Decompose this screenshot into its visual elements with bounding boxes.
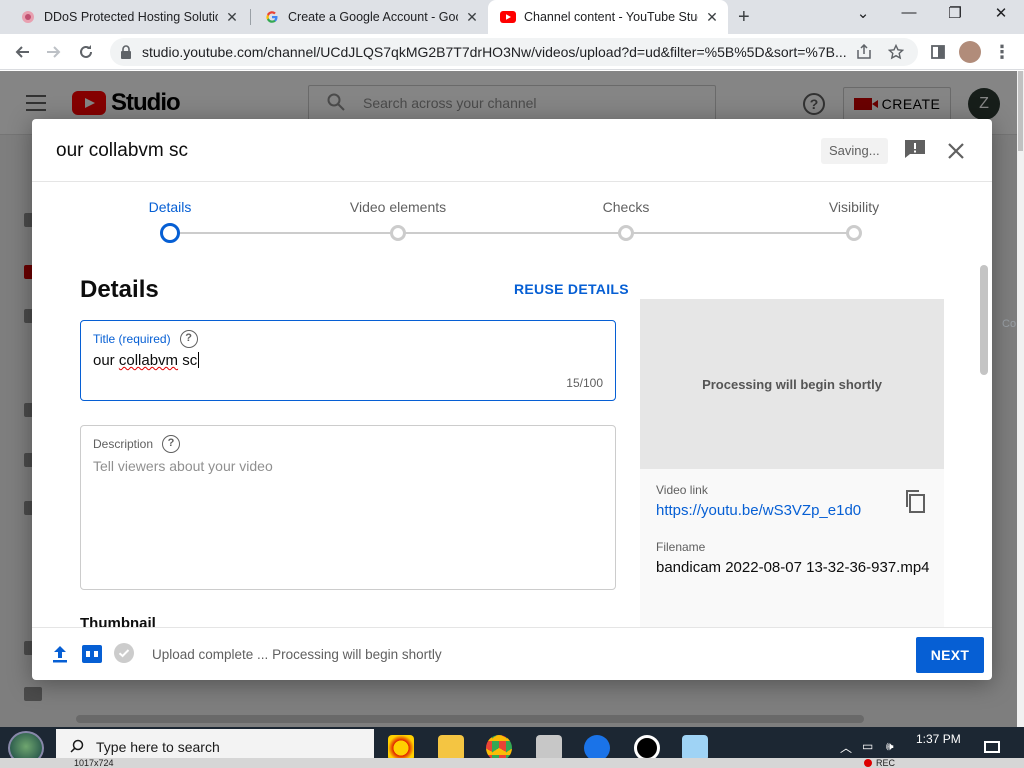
filename-label: Filename	[656, 540, 706, 554]
browser-tab-bar: DDoS Protected Hosting Solution ✕ Create…	[0, 0, 1024, 34]
tab-close-icon[interactable]: ✕	[704, 9, 720, 26]
share-icon[interactable]	[856, 43, 872, 64]
video-preview: Processing will begin shortly	[640, 299, 944, 469]
content-scrollbar[interactable]	[980, 265, 988, 375]
filename-value: bandicam 2022-08-07 13-32-36-937.mp4	[656, 559, 930, 576]
taskbar-search-placeholder: Type here to search	[96, 739, 220, 755]
step-video-elements-label[interactable]: Video elements	[350, 199, 446, 215]
title-field-label: Title (required) ?	[93, 330, 198, 348]
step-visibility-dot[interactable]	[846, 225, 862, 241]
tab-ddos-hosting[interactable]: DDoS Protected Hosting Solution ✕	[8, 0, 248, 34]
tab-title: DDoS Protected Hosting Solution	[44, 10, 218, 24]
recorder-statusbar: 1017x724 REC	[0, 758, 1024, 768]
minimize-button[interactable]: —	[894, 4, 924, 21]
copy-icon[interactable]	[904, 489, 926, 513]
step-checks-label[interactable]: Checks	[603, 199, 650, 215]
title-label-text: Title (required)	[93, 332, 171, 346]
tab-close-icon[interactable]: ✕	[224, 9, 240, 26]
tab-title: Channel content - YouTube Studi	[524, 10, 698, 24]
section-title: Details	[80, 276, 159, 303]
thumbnail-heading: Thumbnail	[80, 615, 156, 627]
taskbar-clock[interactable]: 1:37 PM	[916, 732, 961, 746]
video-link-label: Video link	[656, 483, 708, 497]
search-icon	[70, 739, 84, 756]
upload-icon[interactable]	[52, 645, 68, 668]
title-text-part: our	[93, 352, 119, 369]
help-question-icon[interactable]: ?	[179, 330, 198, 348]
help-question-icon[interactable]: ?	[162, 435, 181, 453]
title-text-part: sc	[178, 352, 198, 369]
lock-icon[interactable]	[120, 45, 134, 59]
upload-stepper: Details Video elements Checks Visibility	[32, 183, 992, 259]
title-misspelled-word: collabvm	[118, 352, 179, 369]
bookmark-star-icon[interactable]	[887, 43, 905, 64]
youtube-favicon-icon	[500, 9, 516, 25]
step-checks-dot[interactable]	[618, 225, 634, 241]
browser-toolbar: studio.youtube.com/channel/UCdJLQS7qkMG2…	[0, 34, 1024, 70]
back-arrow-icon[interactable]	[10, 40, 34, 64]
details-content: Details REUSE DETAILS Title (required) ?…	[32, 259, 992, 627]
saving-indicator: Saving...	[821, 138, 888, 164]
network-icon[interactable]: ▭	[862, 739, 873, 753]
page-scrollbar[interactable]	[1017, 71, 1024, 727]
address-bar[interactable]: studio.youtube.com/channel/UCdJLQS7qkMG2…	[110, 38, 918, 66]
description-field-label: Description ?	[93, 435, 181, 453]
side-panel-icon[interactable]	[926, 40, 950, 64]
ddos-favicon-icon	[20, 9, 36, 25]
forward-arrow-icon[interactable]	[42, 40, 66, 64]
background-partial-text: Co	[1002, 318, 1017, 330]
profile-picture	[959, 41, 981, 63]
title-field[interactable]: Title (required) ? our collabvm sc 15/10…	[80, 320, 616, 401]
step-details-label[interactable]: Details	[149, 199, 192, 215]
tab-youtube-studio[interactable]: Channel content - YouTube Studi ✕	[488, 0, 728, 34]
rec-label: REC	[876, 758, 896, 768]
profile-avatar[interactable]	[958, 40, 982, 64]
video-preview-panel: Processing will begin shortly Video link…	[640, 299, 944, 627]
tab-google-account[interactable]: Create a Google Account - Goog ✕	[252, 0, 488, 34]
tab-search-chevron-icon[interactable]: ⌄	[848, 4, 878, 22]
rec-dot-icon	[864, 759, 872, 767]
dialog-title: our collabvm sc	[56, 140, 188, 161]
text-caret	[198, 352, 200, 368]
description-field[interactable]: Description ? Tell viewers about your vi…	[80, 425, 616, 590]
notification-icon[interactable]	[984, 741, 1000, 753]
tab-separator	[250, 9, 251, 25]
description-placeholder: Tell viewers about your video	[93, 458, 273, 474]
title-input-value[interactable]: our collabvm sc	[93, 352, 200, 369]
title-char-count: 15/100	[566, 376, 603, 390]
google-favicon-icon	[264, 9, 280, 25]
step-details-dot[interactable]	[160, 223, 180, 243]
tab-close-icon[interactable]: ✕	[464, 9, 480, 26]
stepper-line	[170, 232, 854, 234]
scrollbar-thumb[interactable]	[1018, 71, 1023, 151]
new-tab-button[interactable]: +	[738, 6, 750, 29]
resolution-readout: 1017x724	[74, 758, 114, 768]
feedback-icon[interactable]	[904, 139, 926, 159]
dialog-header: our collabvm sc Saving...	[32, 119, 992, 182]
tab-title: Create a Google Account - Goog	[288, 10, 458, 24]
rec-indicator: REC	[864, 758, 895, 768]
volume-icon[interactable]: 🕪	[886, 739, 894, 754]
reuse-details-button[interactable]: REUSE DETAILS	[514, 281, 629, 297]
restore-button[interactable]: ❐	[940, 4, 970, 22]
browser-menu-icon[interactable]: ⋮	[990, 40, 1014, 64]
tray-chevron-icon[interactable]: ︿	[840, 739, 852, 756]
hd-badge-icon[interactable]	[82, 645, 102, 668]
description-label-text: Description	[93, 437, 154, 451]
step-video-elements-dot[interactable]	[390, 225, 406, 241]
address-url: studio.youtube.com/channel/UCdJLQS7qkMG2…	[142, 44, 847, 60]
step-visibility-label[interactable]: Visibility	[829, 199, 879, 215]
next-button[interactable]: NEXT	[916, 637, 984, 673]
checks-complete-icon[interactable]	[114, 643, 134, 668]
reload-icon[interactable]	[74, 40, 98, 64]
upload-status: Upload complete ... Processing will begi…	[152, 647, 442, 662]
close-window-button[interactable]: ✕	[986, 4, 1016, 22]
video-link[interactable]: https://youtu.be/wS3VZp_e1d0	[656, 502, 861, 519]
close-dialog-icon[interactable]	[944, 139, 968, 163]
upload-dialog: our collabvm sc Saving... Details Video …	[32, 119, 992, 680]
dialog-footer: Upload complete ... Processing will begi…	[32, 627, 992, 680]
